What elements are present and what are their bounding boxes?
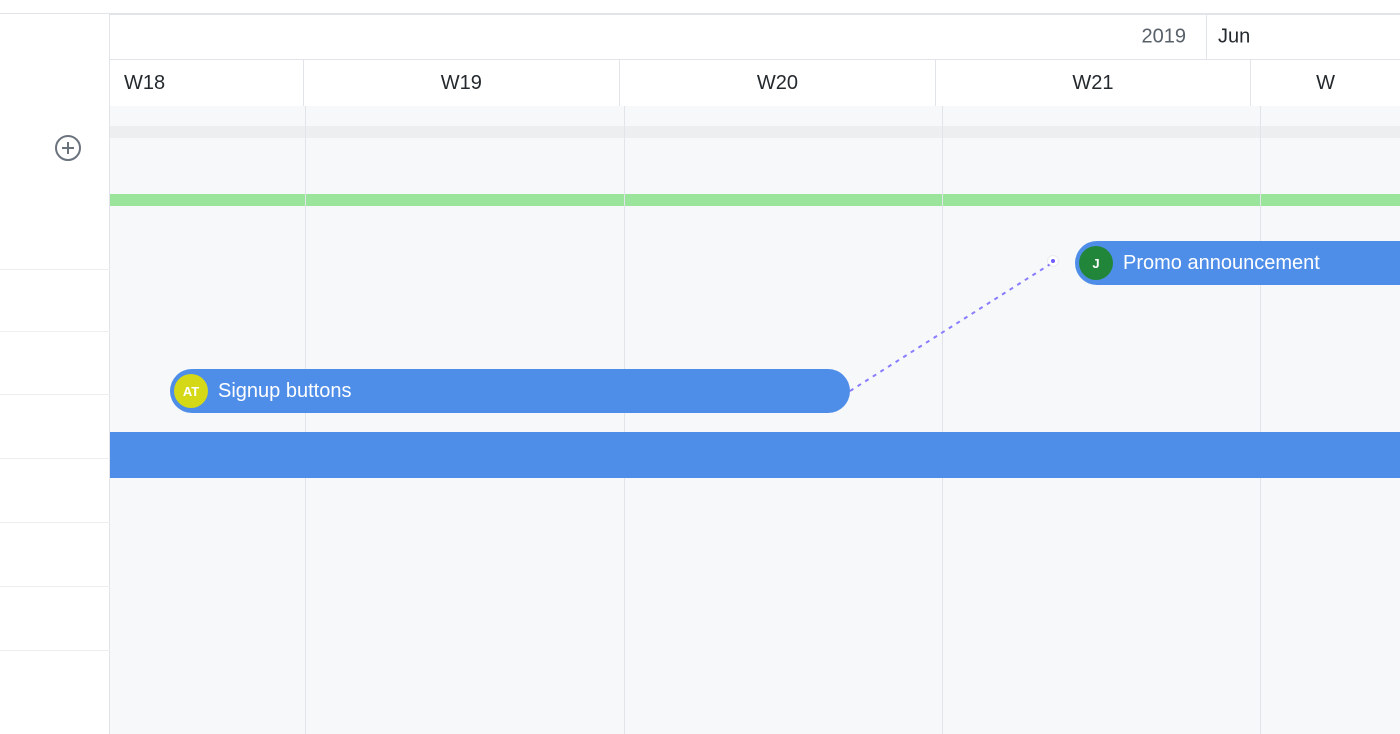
week-header-W20[interactable]: W20	[620, 60, 936, 106]
task-signup[interactable]: AT Signup buttons	[170, 369, 850, 413]
sidebar-row-divider	[0, 650, 110, 651]
sidebar-row-divider	[0, 586, 110, 587]
dependency-line	[110, 106, 1400, 734]
sidebar	[0, 14, 110, 734]
task-label: Promo announcement	[1123, 252, 1320, 275]
timeline-header: 2019 Jun W18W19W20W21W	[110, 14, 1400, 106]
week-header-W18[interactable]: W18	[110, 60, 304, 106]
sidebar-row-divider	[0, 269, 110, 270]
gantt-area[interactable]: 2019 Jun W18W19W20W21W J Promo announceme…	[110, 14, 1400, 734]
week-row: W18W19W20W21W	[110, 59, 1400, 107]
year-label: 2019	[1142, 26, 1187, 49]
dependency-endpoint-dot[interactable]	[1048, 256, 1058, 266]
week-header-W19[interactable]: W19	[304, 60, 621, 106]
week-header-W[interactable]: W	[1251, 60, 1400, 106]
task-label: Signup buttons	[218, 380, 351, 403]
month-label[interactable]: Jun	[1218, 26, 1250, 49]
sidebar-row-divider	[0, 331, 110, 332]
task-bar-full[interactable]	[110, 432, 1400, 478]
avatar: J	[1079, 246, 1113, 280]
sidebar-row-divider	[0, 394, 110, 395]
month-divider	[1206, 15, 1207, 59]
top-divider	[0, 0, 1400, 14]
avatar: AT	[174, 374, 208, 408]
sidebar-row-divider	[0, 522, 110, 523]
task-promo[interactable]: J Promo announcement	[1075, 241, 1400, 285]
sidebar-row-divider	[0, 458, 110, 459]
week-header-W21[interactable]: W21	[936, 60, 1252, 106]
add-button[interactable]	[55, 135, 81, 161]
